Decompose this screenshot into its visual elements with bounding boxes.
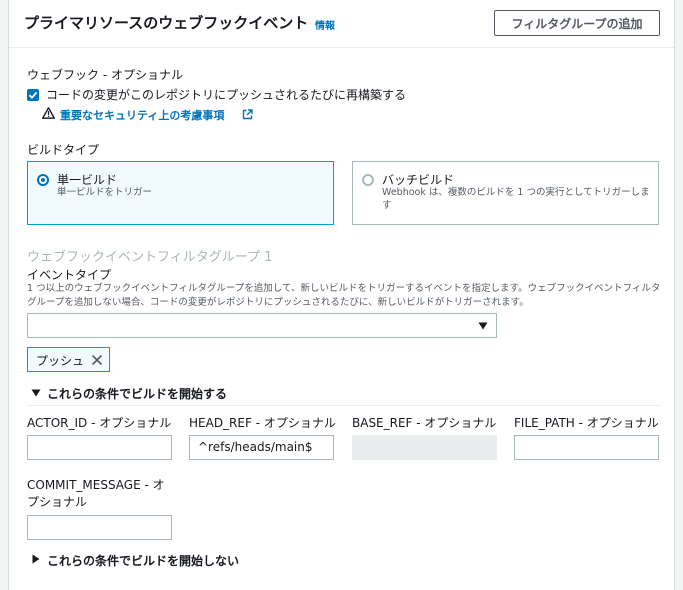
- build-type-single-tile[interactable]: 単一ビルド 単一ビルドをトリガー: [27, 161, 334, 225]
- base-ref-label: BASE_REF - オプショナル: [352, 416, 497, 430]
- filter-group-title: ウェブフックイベントフィルタグループ 1: [27, 250, 273, 265]
- event-type-label: イベントタイプ: [27, 268, 112, 282]
- panel-header: プライマリソースのウェブフックイベント 情報 フィルタグループの追加: [9, 0, 674, 48]
- token-label: プッシュ: [36, 354, 85, 368]
- single-build-radio[interactable]: [37, 174, 49, 186]
- rebuild-checkbox-label[interactable]: コードの変更がこのレポジトリにプッシュされるたびに再構築する: [46, 86, 406, 103]
- commit-message-input[interactable]: [27, 515, 172, 540]
- start-conditions-expander[interactable]: これらの条件でビルドを開始する: [47, 385, 227, 402]
- security-considerations-link[interactable]: 重要なセキュリティ上の考慮事項: [60, 107, 224, 123]
- dismiss-token-icon[interactable]: [91, 354, 103, 366]
- check-icon: [28, 91, 38, 99]
- divider: [27, 405, 661, 406]
- page-title: プライマリソースのウェブフックイベント: [24, 14, 309, 32]
- info-link[interactable]: 情報: [315, 17, 335, 32]
- commit-message-label: COMMIT_MESSAGE - オプショナル: [27, 478, 165, 509]
- head-ref-input[interactable]: ^refs/heads/main$: [189, 435, 334, 460]
- file-path-input[interactable]: [514, 435, 659, 460]
- base-ref-input: [352, 435, 497, 460]
- single-build-desc: 単一ビルドをトリガー: [57, 187, 153, 198]
- file-path-label: FILE_PATH - オプショナル: [514, 416, 659, 430]
- webhook-events-panel: プライマリソースのウェブフックイベント 情報 フィルタグループの追加 ウェブフッ…: [8, 0, 675, 590]
- skip-conditions-expander[interactable]: これらの条件でビルドを開始しない: [47, 552, 239, 569]
- caret-right-icon[interactable]: [32, 554, 40, 564]
- event-type-select[interactable]: [27, 313, 497, 338]
- caret-down-icon[interactable]: [31, 389, 41, 397]
- build-type-batch-tile[interactable]: バッチビルド Webhook は、複数のビルドを 1 つの実行としてトリガーしま…: [352, 161, 659, 225]
- external-link-icon[interactable]: [242, 109, 253, 120]
- actor-id-input[interactable]: [27, 435, 172, 460]
- build-type-label: ビルドタイプ: [27, 143, 100, 157]
- warning-icon: [42, 107, 55, 119]
- webhook-label: ウェブフック - オプショナル: [27, 68, 183, 82]
- batch-build-desc: Webhook は、複数のビルドを 1 つの実行としてトリガーします: [382, 187, 650, 211]
- head-ref-label: HEAD_REF - オプショナル: [189, 416, 336, 430]
- batch-build-radio[interactable]: [362, 174, 374, 186]
- event-token-push: プッシュ: [27, 347, 110, 372]
- add-filter-group-button[interactable]: フィルタグループの追加: [494, 10, 660, 36]
- actor-id-label: ACTOR_ID - オプショナル: [27, 416, 172, 430]
- rebuild-checkbox[interactable]: [27, 89, 39, 101]
- event-type-description: 1 つ以上のウェブフックイベントフィルタグループを追加して、新しいビルドをトリガ…: [27, 283, 661, 308]
- caret-down-icon: [478, 322, 488, 330]
